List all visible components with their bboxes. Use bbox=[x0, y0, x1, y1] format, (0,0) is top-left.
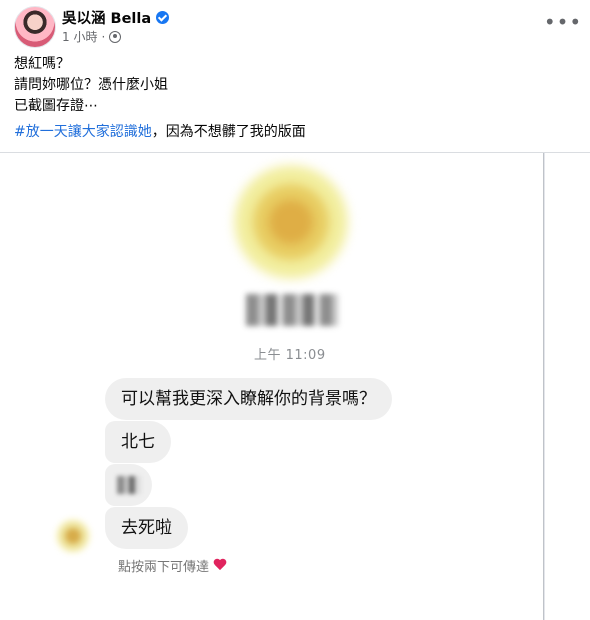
double-tap-hint: 點按兩下可傳達 bbox=[118, 556, 227, 575]
author-row: 吳以涵 Bella bbox=[62, 7, 170, 28]
post-line-1: 想紅嗎？ bbox=[14, 56, 70, 72]
photo-right-gutter bbox=[544, 153, 590, 620]
post-meta: 1 小時 · bbox=[62, 28, 122, 45]
post-text: 想紅嗎？ 請問妳哪位？憑什麼小姐 已截圖存證⋯ #放一天讓大家認識她，因為不想髒… bbox=[14, 54, 574, 143]
hashtag-suffix: ，因為不想髒了我的版面 bbox=[151, 124, 306, 140]
post-header: 吳以涵 Bella 1 小時 · ••• bbox=[14, 6, 581, 50]
meta-separator: · bbox=[101, 29, 106, 44]
blurred-profile-avatar bbox=[232, 163, 350, 281]
author-name[interactable]: 吳以涵 Bella bbox=[62, 7, 151, 28]
post-line-2: 請問妳哪位？憑什麼小姐 bbox=[14, 77, 168, 93]
sender-avatar bbox=[55, 518, 91, 554]
blurred-profile-name bbox=[246, 294, 338, 326]
message-bubble-4: 去死啦 bbox=[105, 507, 188, 549]
post-photo[interactable]: 上午 11:09 可以幫我更深入瞭解你的背景嗎？ 北七 去死啦 點按兩下可傳達 bbox=[0, 152, 590, 620]
message-bubble-1: 可以幫我更深入瞭解你的背景嗎？ bbox=[105, 378, 392, 420]
post-time[interactable]: 1 小時 bbox=[62, 28, 97, 45]
author-avatar[interactable] bbox=[14, 6, 56, 48]
chat-screenshot: 上午 11:09 可以幫我更深入瞭解你的背景嗎？ 北七 去死啦 點按兩下可傳達 bbox=[0, 153, 544, 620]
verified-badge-icon bbox=[156, 11, 170, 24]
globe-icon[interactable] bbox=[109, 30, 122, 43]
heart-icon bbox=[213, 559, 227, 572]
post-hashtag-line: #放一天讓大家認識她，因為不想髒了我的版面 bbox=[14, 122, 574, 143]
more-options-icon[interactable]: ••• bbox=[544, 9, 581, 35]
post-line-3: 已截圖存證⋯ bbox=[14, 98, 98, 114]
message-bubble-2: 北七 bbox=[105, 421, 171, 463]
blurred-message-content bbox=[117, 476, 141, 494]
hashtag-link[interactable]: #放一天讓大家認識她 bbox=[14, 124, 152, 140]
hint-text: 點按兩下可傳達 bbox=[118, 560, 210, 575]
message-timestamp: 上午 11:09 bbox=[254, 348, 326, 363]
message-bubble-3 bbox=[105, 464, 152, 506]
